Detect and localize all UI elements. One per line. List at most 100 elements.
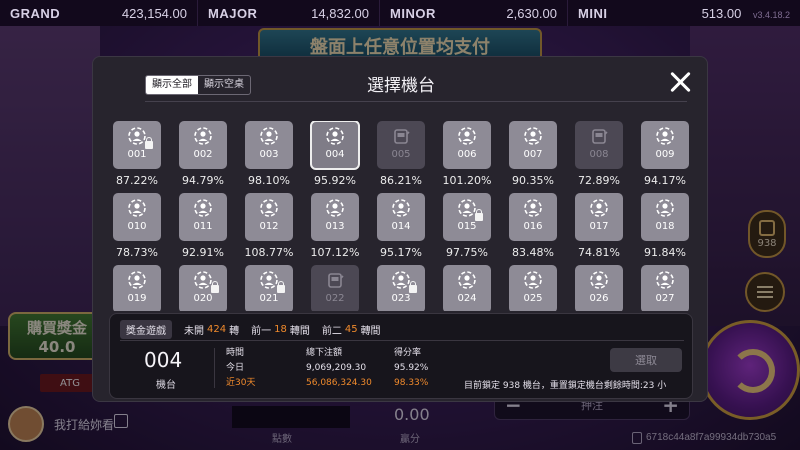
- player-icon: [127, 270, 147, 290]
- machine-rate: 83.48%: [512, 246, 554, 259]
- slot-machine-icon: [394, 129, 410, 144]
- machine-tile[interactable]: 023: [377, 265, 425, 311]
- machine-014[interactable]: 014 95.17%: [373, 193, 439, 265]
- machine-person-icon: [656, 199, 674, 217]
- machine-tile[interactable]: 015: [443, 193, 491, 241]
- version-label: v3.4.18.2: [752, 9, 790, 20]
- modal-title: 選擇機台: [367, 76, 435, 96]
- machine-004[interactable]: 004 95.92%: [307, 121, 373, 193]
- machine-tile[interactable]: 016: [509, 193, 557, 241]
- machine-023[interactable]: 023: [373, 265, 439, 311]
- machine-024[interactable]: 024: [439, 265, 505, 311]
- player-icon: [391, 270, 417, 293]
- player-icon: [457, 126, 477, 146]
- days30-label: 近30天: [226, 378, 256, 388]
- machine-018[interactable]: 018 91.84%: [637, 193, 693, 265]
- machine-rate: 74.81%: [578, 246, 620, 259]
- machine-tile[interactable]: 009: [641, 121, 689, 169]
- tab-not-opened[interactable]: 未開 424 轉: [184, 322, 239, 337]
- machine-tile[interactable]: 013: [311, 193, 359, 241]
- machine-rate: 95.17%: [380, 246, 422, 259]
- machine-person-icon: [524, 127, 542, 145]
- select-button[interactable]: 選取: [610, 348, 682, 372]
- machine-tile[interactable]: 025: [509, 265, 557, 311]
- machine-id: 004: [325, 149, 345, 160]
- machine-009[interactable]: 009 94.17%: [637, 121, 693, 193]
- machine-tile[interactable]: 017: [575, 193, 623, 241]
- machine-001[interactable]: 001 87.22%: [109, 121, 175, 193]
- lock-icon: [475, 209, 483, 221]
- machine-rate: 72.89%: [578, 174, 620, 187]
- machine-tile[interactable]: 002: [179, 121, 227, 169]
- machine-026[interactable]: 026: [571, 265, 637, 311]
- machine-tile[interactable]: 004: [310, 121, 360, 170]
- lock-icon: [145, 137, 153, 149]
- machine-id: 009: [655, 149, 675, 160]
- player-icon: [127, 126, 153, 149]
- machine-tile[interactable]: 018: [641, 193, 689, 241]
- machine-tile[interactable]: 012: [245, 193, 293, 241]
- machine-tile[interactable]: 014: [377, 193, 425, 241]
- tab-count: 18: [274, 323, 287, 335]
- machine-id: 027: [655, 293, 675, 304]
- machine-tile[interactable]: 026: [575, 265, 623, 311]
- machine-tile[interactable]: 007: [509, 121, 557, 169]
- player-icon: [457, 198, 483, 221]
- machine-id: 024: [457, 293, 477, 304]
- machine-tile[interactable]: 027: [641, 265, 689, 311]
- machine-tile[interactable]: 003: [245, 121, 293, 169]
- tab-suffix: 轉: [229, 325, 240, 337]
- machine-011[interactable]: 011 92.91%: [175, 193, 241, 265]
- machine-person-icon: [128, 199, 146, 217]
- divider: [145, 101, 687, 102]
- machine-006[interactable]: 006 101.20%: [439, 121, 505, 193]
- machine-tile[interactable]: 021: [245, 265, 293, 311]
- machine-id: 010: [127, 221, 147, 232]
- close-icon[interactable]: [667, 69, 693, 95]
- machine-003[interactable]: 003 98.10%: [241, 121, 307, 193]
- machine-025[interactable]: 025: [505, 265, 571, 311]
- jackpot-name: MINOR: [390, 5, 436, 21]
- machine-017[interactable]: 017 74.81%: [571, 193, 637, 265]
- machine-person-icon: [194, 127, 212, 145]
- machine-id: 021: [259, 293, 279, 304]
- tab-bonus-game[interactable]: 獎金遊戲: [120, 319, 172, 339]
- machine-rate: 92.91%: [182, 246, 224, 259]
- machine-tile[interactable]: 020: [179, 265, 227, 311]
- machine-019[interactable]: 019: [109, 265, 175, 311]
- slot-machine-icon: [325, 270, 345, 290]
- machine-027[interactable]: 027: [637, 265, 693, 311]
- jackpot-value: 423,154.00: [121, 5, 187, 21]
- machine-016[interactable]: 016 83.48%: [505, 193, 571, 265]
- machine-tile[interactable]: 011: [179, 193, 227, 241]
- slot-machine-icon: [592, 129, 608, 144]
- machine-015[interactable]: 015 97.75%: [439, 193, 505, 265]
- machine-tile[interactable]: 010: [113, 193, 161, 241]
- machine-012[interactable]: 012 108.77%: [241, 193, 307, 265]
- tab-previous-2[interactable]: 前二 45 轉間: [322, 322, 381, 337]
- machine-tile[interactable]: 006: [443, 121, 491, 169]
- machine-id: 022: [325, 293, 345, 304]
- machine-002[interactable]: 002 94.79%: [175, 121, 241, 193]
- machine-id: 025: [523, 293, 543, 304]
- jackpot-bar: GRAND 423,154.00 MAJOR 14,832.00 MINOR 2…: [0, 0, 800, 26]
- tab-previous-1[interactable]: 前一 18 轉間: [251, 322, 310, 337]
- machine-id: 013: [325, 221, 345, 232]
- machine-person-icon: [326, 199, 344, 217]
- machine-tile[interactable]: 001: [113, 121, 161, 169]
- machine-020[interactable]: 020: [175, 265, 241, 311]
- machine-tile[interactable]: 024: [443, 265, 491, 311]
- machine-rate: 108.77%: [244, 246, 294, 259]
- player-icon: [523, 198, 543, 218]
- tab-prefix: 未開: [184, 325, 204, 337]
- player-icon: [259, 270, 285, 293]
- machine-person-icon: [392, 199, 410, 217]
- machine-007[interactable]: 007 90.35%: [505, 121, 571, 193]
- machine-select-modal: 顯示全部 顯示空桌 選擇機台 001 87.22% 002 94.79% 003 98.1…: [92, 56, 708, 402]
- machine-010[interactable]: 010 78.73%: [109, 193, 175, 265]
- tab-prefix: 前二: [321, 325, 342, 337]
- machine-021[interactable]: 021: [241, 265, 307, 311]
- tab-suffix: 轉間: [289, 325, 310, 337]
- machine-tile[interactable]: 019: [113, 265, 161, 311]
- machine-013[interactable]: 013 107.12%: [307, 193, 373, 265]
